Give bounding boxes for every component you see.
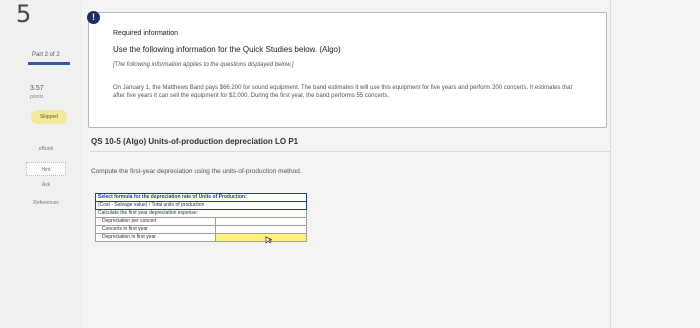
depreciation-per-concert-input[interactable] (215, 217, 307, 226)
info-title: Required information (113, 30, 178, 37)
info-heading: Use the following information for the Qu… (113, 45, 341, 54)
question-number: 5 (16, 0, 32, 28)
left-rail: 5 Part 2 of 2 3.57 points Skipped eBook … (0, 0, 82, 328)
ebook-button[interactable]: eBook (26, 142, 66, 156)
question-divider (90, 151, 610, 152)
concerts-first-year-input[interactable] (215, 225, 307, 234)
depreciation-first-year-label: Depreciation in first year (95, 233, 216, 242)
part-progress-bar (28, 62, 70, 65)
info-note: [The following information applies to th… (113, 62, 294, 68)
worksheet-header: Select formula for the depreciation rate… (95, 193, 307, 202)
content-divider (610, 0, 611, 328)
calculation-label: Calculate the first year depreciation ex… (95, 209, 307, 218)
table-row: Depreciation per concert (95, 217, 307, 226)
table-row: Concerts in first year (95, 225, 307, 234)
formula-row[interactable]: (Cost - Salvage value) / Total units of … (95, 201, 307, 210)
points-value: 3.57 (30, 85, 44, 92)
worksheet-header-row: Select formula for the depreciation rate… (95, 193, 307, 202)
ask-button[interactable]: Ask (26, 178, 66, 192)
references-button[interactable]: References (26, 196, 66, 210)
calculation-label-row: Calculate the first year depreciation ex… (95, 209, 307, 218)
question-prompt: Compute the first-year depreciation usin… (91, 168, 302, 175)
points-label: points (30, 94, 44, 100)
part-indicator: Part 2 of 2 (32, 52, 60, 58)
required-information-card: Required information Use the following i… (88, 12, 607, 128)
hint-button[interactable]: Hint (26, 162, 66, 176)
status-badge: Skipped (31, 110, 67, 124)
question-title: QS 10-5 (Algo) Units-of-production depre… (91, 137, 299, 146)
pointer-cursor-icon (265, 236, 273, 244)
depreciation-first-year-input[interactable] (215, 233, 307, 242)
concerts-first-year-label: Concerts in first year (95, 225, 216, 234)
alert-icon: ! (87, 11, 100, 24)
worksheet-table: Select formula for the depreciation rate… (95, 193, 307, 242)
info-body: On January 1, the Matthews Band pays $66… (113, 85, 573, 99)
depreciation-per-concert-label: Depreciation per concert (95, 217, 216, 226)
formula-select[interactable]: (Cost - Salvage value) / Total units of … (95, 201, 307, 210)
table-row: Depreciation in first year (95, 233, 307, 242)
